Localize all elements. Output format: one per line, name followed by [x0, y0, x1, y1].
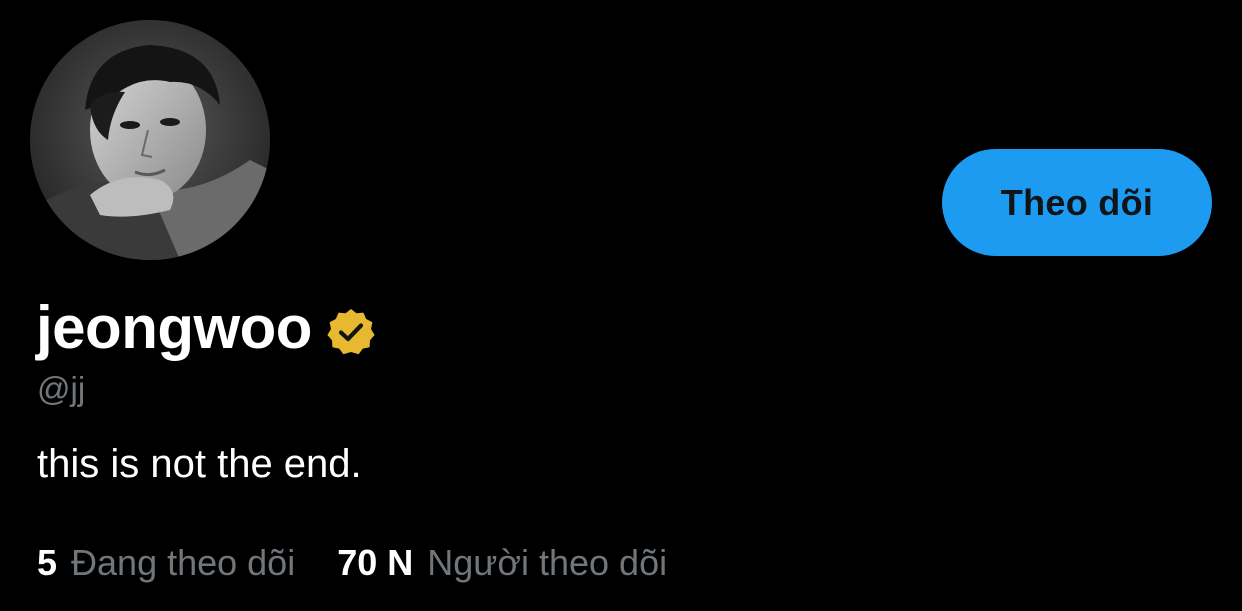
profile-stats: 5 Đang theo dõi 70 N Người theo dõi — [37, 545, 667, 581]
followers-label: Người theo dõi — [427, 542, 668, 583]
profile-bio: this is not the end. — [37, 442, 362, 486]
following-label: Đang theo dõi — [71, 542, 296, 583]
following-count: 5 — [37, 542, 58, 583]
followers-stat-link[interactable]: 70 N Người theo dõi — [337, 545, 667, 581]
followers-count: 70 N — [337, 542, 414, 583]
profile-handle: @jj — [37, 370, 86, 407]
display-name: jeongwoo — [36, 294, 312, 361]
following-stat-link[interactable]: 5 Đang theo dõi — [37, 545, 295, 581]
avatar-image — [30, 20, 270, 260]
profile-name-row: jeongwoo — [36, 290, 376, 366]
avatar[interactable] — [30, 20, 270, 260]
verified-badge-icon[interactable] — [326, 307, 376, 357]
follow-button[interactable]: Theo dõi — [942, 149, 1212, 256]
